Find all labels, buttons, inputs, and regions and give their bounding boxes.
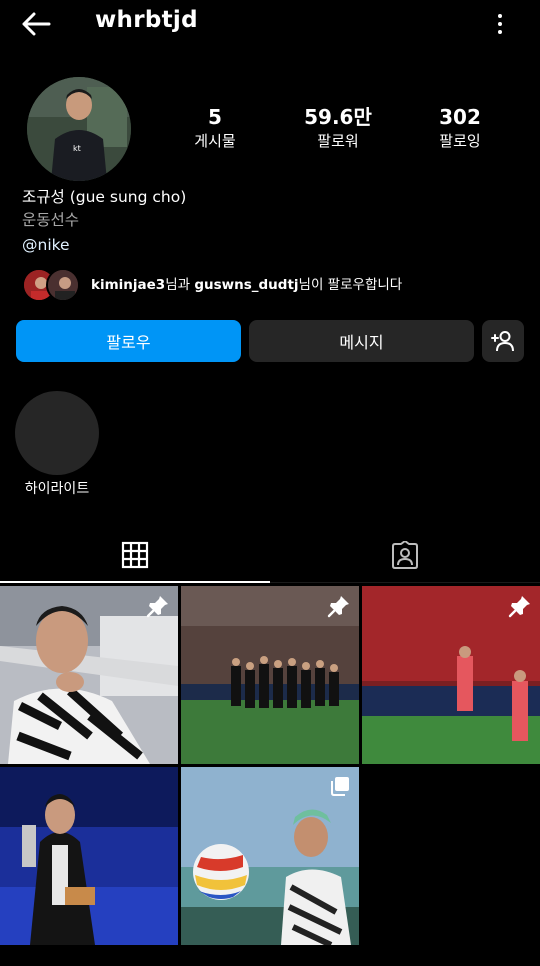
followers-stat[interactable]: 59.6만 팔로워 <box>283 104 393 152</box>
following-count: 302 <box>439 105 481 129</box>
multiple-images-icon <box>331 777 349 796</box>
dot-icon <box>498 14 502 18</box>
posts-stat[interactable]: 5 게시물 <box>160 104 270 152</box>
mutual-user-1[interactable]: kiminjae3 <box>91 277 165 293</box>
tab-tagged[interactable] <box>270 528 540 583</box>
suggested-users-button[interactable] <box>482 320 524 362</box>
tab-posts-grid[interactable] <box>0 528 270 583</box>
back-button[interactable] <box>18 8 54 40</box>
dot-icon <box>498 22 502 26</box>
post-thumbnail[interactable] <box>0 586 178 764</box>
grid-icon <box>121 541 149 568</box>
top-bar: whrbtjd <box>0 0 540 48</box>
profile-avatar[interactable]: kt <box>27 77 131 181</box>
mutual-followers-text: kiminjae3님과 guswns_dudtj님이 팔로우합니다 <box>91 275 402 295</box>
add-person-icon <box>491 331 514 352</box>
pinned-icon <box>508 596 530 618</box>
profile-username: whrbtjd <box>95 7 198 33</box>
dot-icon <box>498 30 502 34</box>
following-stat[interactable]: 302 팔로잉 <box>405 104 515 152</box>
followers-count: 59.6만 <box>304 105 372 129</box>
post-thumbnail[interactable] <box>181 586 359 764</box>
post-thumbnail[interactable] <box>0 767 178 945</box>
post-thumbnail[interactable] <box>362 586 540 764</box>
mutual-connector: 님과 <box>165 277 195 293</box>
highlight-label: 하이라이트 <box>24 481 90 497</box>
more-options-button[interactable] <box>488 10 512 38</box>
mutual-user-2[interactable]: guswns_dudtj <box>194 277 298 293</box>
mutual-avatar <box>46 268 80 302</box>
highlight-cover <box>15 391 99 475</box>
pinned-icon <box>327 596 349 618</box>
tagged-person-icon <box>392 541 418 569</box>
follow-button[interactable]: 팔로우 <box>16 320 241 362</box>
profile-tabs <box>0 528 540 583</box>
post-thumbnail[interactable] <box>181 767 359 945</box>
bio-mention-link[interactable]: @nike <box>22 234 70 256</box>
back-arrow-icon <box>22 12 51 36</box>
posts-count: 5 <box>208 105 222 129</box>
posts-label: 게시물 <box>194 132 236 150</box>
mutual-followers[interactable]: kiminjae3님과 guswns_dudtj님이 팔로우합니다 <box>22 268 522 304</box>
story-highlight[interactable]: 하이라이트 <box>14 391 100 498</box>
following-label: 팔로잉 <box>439 132 481 150</box>
pinned-icon <box>146 596 168 618</box>
profile-category: 운동선수 <box>22 211 80 229</box>
full-name: 조규성 (gue sung cho) <box>22 188 187 206</box>
message-button[interactable]: 메시지 <box>249 320 474 362</box>
svg-text:kt: kt <box>73 144 81 153</box>
followers-label: 팔로워 <box>317 132 359 150</box>
mutual-suffix: 님이 팔로우합니다 <box>298 277 403 293</box>
